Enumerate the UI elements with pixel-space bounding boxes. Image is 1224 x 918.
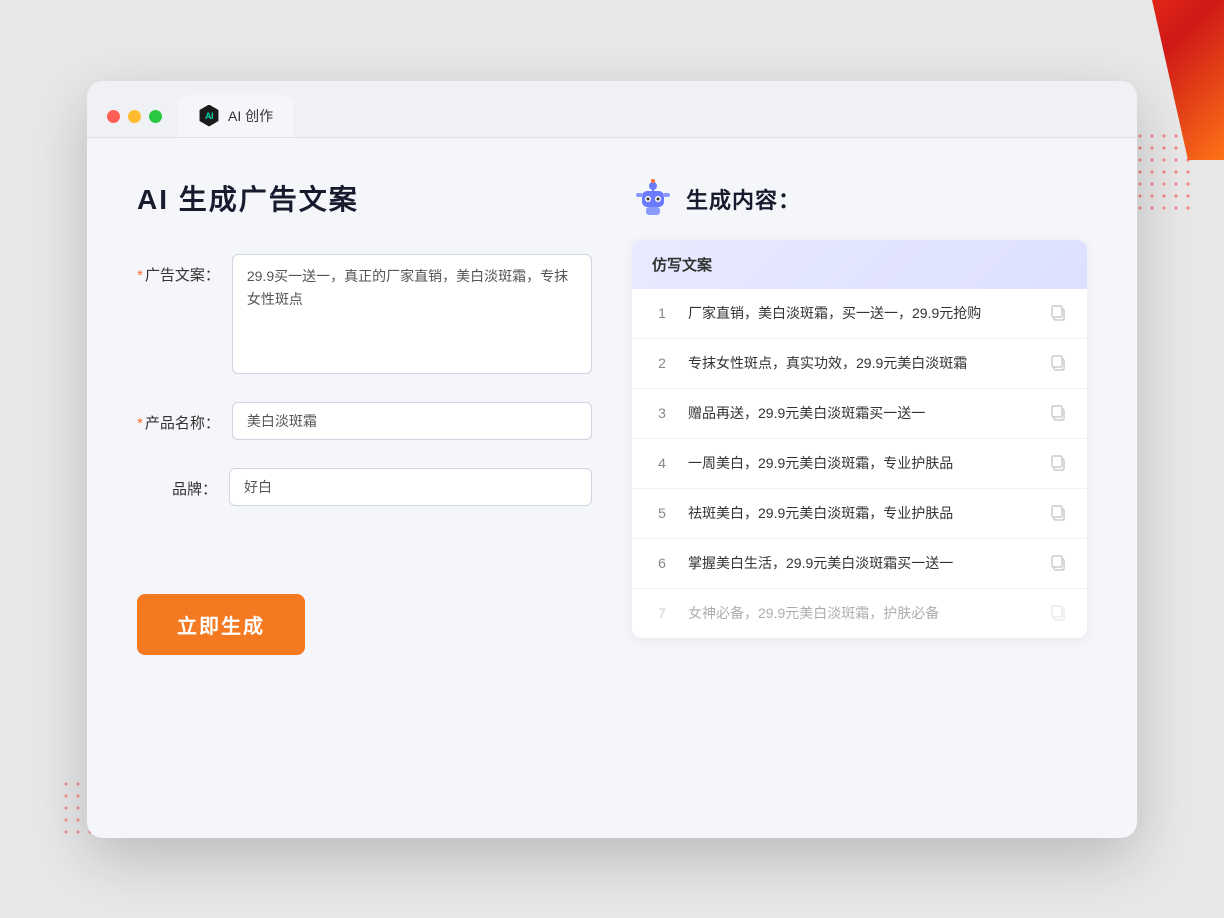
row-number: 2 [652,355,672,371]
browser-window: AI AI 创作 AI 生成广告文案 *广告文案： 29.9买一送一，真正的厂家… [87,81,1137,838]
row-text: 专抹女性斑点，真实功效，29.9元美白淡斑霜 [688,353,1033,374]
window-controls [107,110,162,137]
copy-icon[interactable] [1049,504,1067,522]
product-name-label: *产品名称： [137,402,220,433]
maximize-button[interactable] [149,110,162,123]
copy-icon[interactable] [1049,354,1067,372]
product-name-group: *产品名称： [137,402,592,440]
row-text: 女神必备，29.9元美白淡斑霜，护肤必备 [688,603,1033,624]
row-text: 祛斑美白，29.9元美白淡斑霜，专业护肤品 [688,503,1033,524]
table-row: 7 女神必备，29.9元美白淡斑霜，护肤必备 [632,589,1087,638]
row-text: 赠品再送，29.9元美白淡斑霜买一送一 [688,403,1033,424]
copy-icon[interactable] [1049,604,1067,622]
row-number: 3 [652,405,672,421]
results-table-header: 仿写文案 [632,240,1087,289]
row-text: 一周美白，29.9元美白淡斑霜，专业护肤品 [688,453,1033,474]
browser-body: AI 生成广告文案 *广告文案： 29.9买一送一，真正的厂家直销，美白淡斑霜，… [87,138,1137,838]
row-text: 掌握美白生活，29.9元美白淡斑霜买一送一 [688,553,1033,574]
copy-icon[interactable] [1049,404,1067,422]
ai-tab[interactable]: AI AI 创作 [178,95,293,137]
right-panel: 生成内容： 仿写文案 1 厂家直销，美白淡斑霜，买一送一，29.9元抢购 2 专… [632,178,1087,798]
ad-copy-required: * [137,267,143,284]
result-header: 生成内容： [632,178,1087,220]
brand-input[interactable] [229,468,592,506]
left-panel: AI 生成广告文案 *广告文案： 29.9买一送一，真正的厂家直销，美白淡斑霜，… [137,178,592,798]
table-row: 3 赠品再送，29.9元美白淡斑霜买一送一 [632,389,1087,439]
product-name-input[interactable] [232,402,592,440]
results-table: 仿写文案 1 厂家直销，美白淡斑霜，买一送一，29.9元抢购 2 专抹女性斑点，… [632,240,1087,638]
brand-group: 品牌： [137,468,592,506]
table-row: 6 掌握美白生活，29.9元美白淡斑霜买一送一 [632,539,1087,589]
browser-chrome: AI AI 创作 [87,81,1137,138]
table-row: 4 一周美白，29.9元美白淡斑霜，专业护肤品 [632,439,1087,489]
row-text: 厂家直销，美白淡斑霜，买一送一，29.9元抢购 [688,303,1033,324]
minimize-button[interactable] [128,110,141,123]
ad-copy-input[interactable]: 29.9买一送一，真正的厂家直销，美白淡斑霜，专抹女性斑点 [232,254,592,374]
generate-button[interactable]: 立即生成 [137,594,305,655]
table-row: 2 专抹女性斑点，真实功效，29.9元美白淡斑霜 [632,339,1087,389]
product-name-required: * [137,415,143,432]
close-button[interactable] [107,110,120,123]
table-row: 1 厂家直销，美白淡斑霜，买一送一，29.9元抢购 [632,289,1087,339]
ad-copy-group: *广告文案： 29.9买一送一，真正的厂家直销，美白淡斑霜，专抹女性斑点 [137,254,592,374]
ai-tab-icon: AI [198,105,220,127]
row-number: 4 [652,455,672,471]
results-list: 1 厂家直销，美白淡斑霜，买一送一，29.9元抢购 2 专抹女性斑点，真实功效，… [632,289,1087,638]
copy-icon[interactable] [1049,554,1067,572]
table-row: 5 祛斑美白，29.9元美白淡斑霜，专业护肤品 [632,489,1087,539]
robot-icon [632,178,674,220]
tab-label: AI 创作 [228,106,273,126]
row-number: 6 [652,555,672,571]
row-number: 5 [652,505,672,521]
result-title: 生成内容： [686,183,801,215]
copy-icon[interactable] [1049,304,1067,322]
page-title: AI 生成广告文案 [137,178,592,218]
brand-label: 品牌： [137,468,217,499]
row-number: 7 [652,605,672,621]
row-number: 1 [652,305,672,321]
ad-copy-label: *广告文案： [137,254,220,285]
copy-icon[interactable] [1049,454,1067,472]
